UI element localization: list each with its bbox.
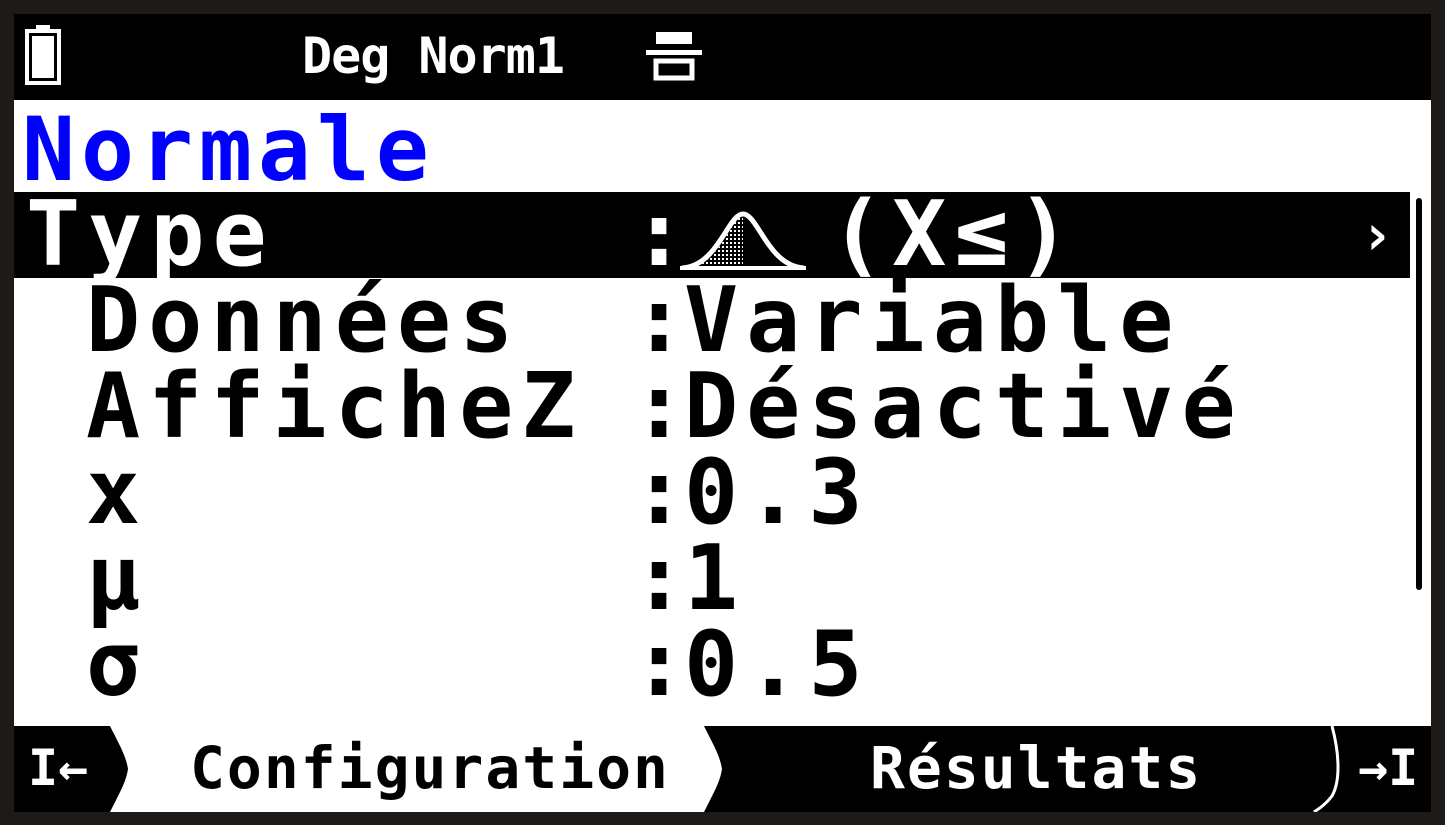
param-row-type[interactable]: Type : (X≤) › bbox=[14, 182, 1410, 287]
param-colon: : bbox=[632, 526, 687, 631]
battery-icon bbox=[25, 25, 61, 85]
param-label-type: Type bbox=[26, 182, 275, 287]
param-label-x: x bbox=[86, 440, 149, 545]
tab-resultats[interactable]: Résultats bbox=[870, 736, 1202, 800]
tab-bar: I← Configuration Résultats →I bbox=[14, 726, 1431, 812]
param-value-type: (X≤) bbox=[830, 182, 1079, 287]
normal-distribution-curve-icon bbox=[680, 211, 806, 270]
param-colon: : bbox=[632, 440, 687, 545]
status-text: Deg Norm1 bbox=[302, 27, 565, 85]
param-label-affichez: AfficheZ bbox=[86, 354, 584, 459]
param-colon: : bbox=[632, 612, 687, 717]
param-value-affichez: Désactivé bbox=[684, 354, 1244, 459]
param-row-affichez[interactable]: AfficheZ : Désactivé bbox=[14, 354, 1410, 459]
tab-configuration[interactable]: Configuration bbox=[190, 736, 670, 800]
param-label-mu: μ bbox=[86, 526, 149, 631]
param-row-donnees[interactable]: Données : Variable bbox=[14, 268, 1410, 373]
param-row-sigma[interactable]: σ : 0.5 bbox=[14, 612, 1410, 717]
display-separator-icon bbox=[646, 32, 702, 81]
param-colon: : bbox=[632, 268, 687, 373]
param-value-mu: 1 bbox=[684, 526, 747, 631]
param-label-sigma: σ bbox=[86, 612, 149, 717]
param-label-donnees: Données bbox=[86, 268, 522, 373]
chevron-right-icon: › bbox=[1360, 203, 1394, 268]
param-value-x: 0.3 bbox=[684, 440, 871, 545]
scrollbar[interactable] bbox=[1416, 198, 1422, 590]
param-value-donnees: Variable bbox=[684, 268, 1182, 373]
calculator-screen: Deg Norm1 Normale Type : (X≤) › Données … bbox=[14, 14, 1431, 812]
go-first-icon[interactable]: I← bbox=[28, 740, 88, 796]
go-last-icon[interactable]: →I bbox=[1358, 740, 1418, 796]
param-value-sigma: 0.5 bbox=[684, 612, 871, 717]
param-row-x[interactable]: x : 0.3 bbox=[14, 440, 1410, 545]
param-row-mu[interactable]: μ : 1 bbox=[14, 526, 1410, 631]
param-colon: : bbox=[632, 354, 687, 459]
status-bar: Deg Norm1 bbox=[14, 14, 1431, 100]
